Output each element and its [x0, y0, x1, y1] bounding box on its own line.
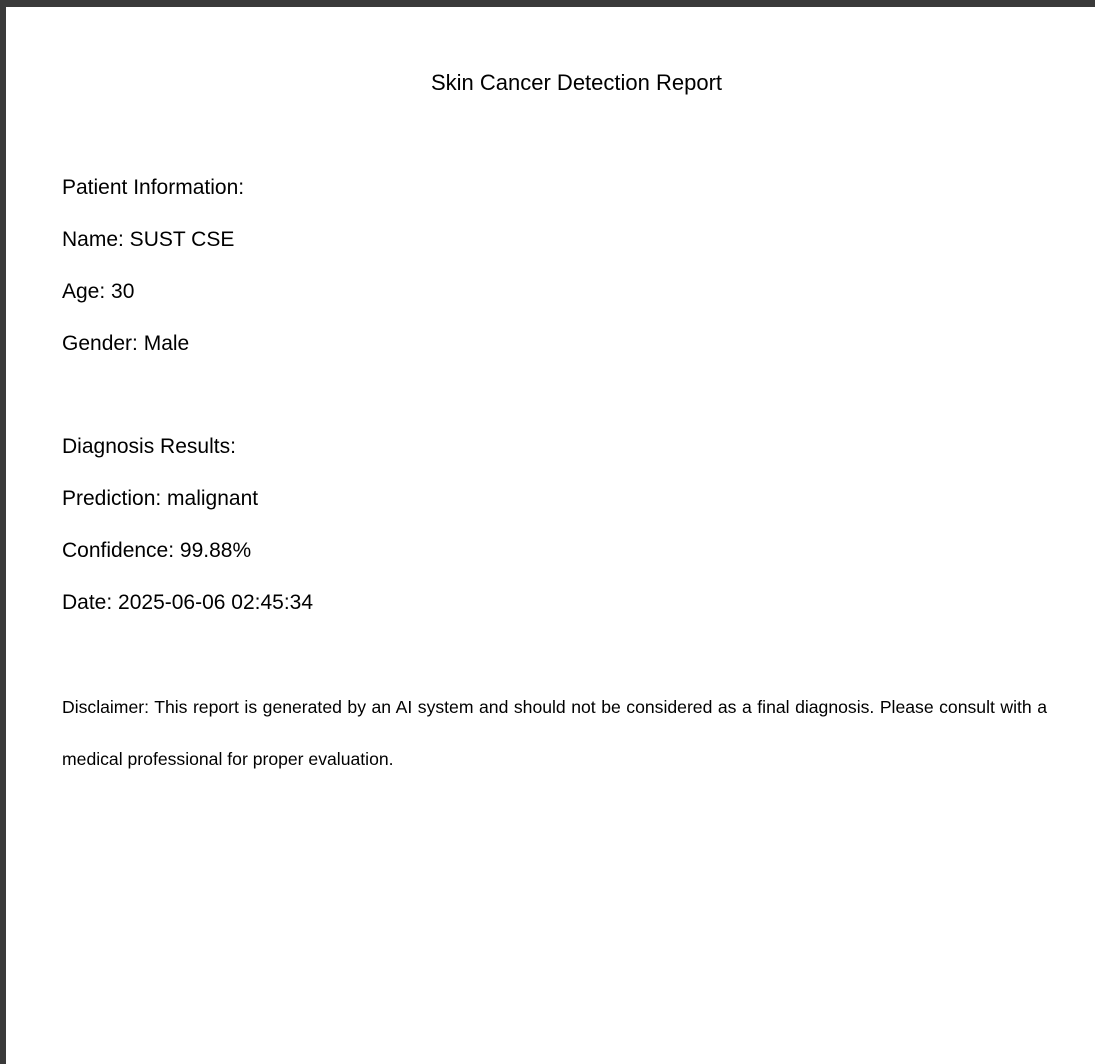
report-page: Skin Cancer Detection Report Patient Inf… — [6, 7, 1095, 1064]
report-title: Skin Cancer Detection Report — [430, 70, 723, 95]
diagnosis-date: Date: 2025-06-06 02:45:34 — [62, 591, 314, 614]
patient-age: Age: 30 — [62, 280, 135, 303]
disclaimer-text: Disclaimer: This report is generated by … — [62, 697, 1047, 769]
document-viewer: Skin Cancer Detection Report Patient Inf… — [0, 0, 1095, 1064]
patient-gender: Gender: Male — [62, 332, 190, 355]
patient-info-heading: Patient Information: — [62, 176, 245, 199]
diagnosis-prediction: Prediction: malignant — [62, 487, 259, 510]
diagnosis-confidence: Confidence: 99.88% — [62, 539, 252, 562]
patient-name: Name: SUST CSE — [62, 228, 235, 251]
diagnosis-heading: Diagnosis Results: — [62, 435, 236, 458]
